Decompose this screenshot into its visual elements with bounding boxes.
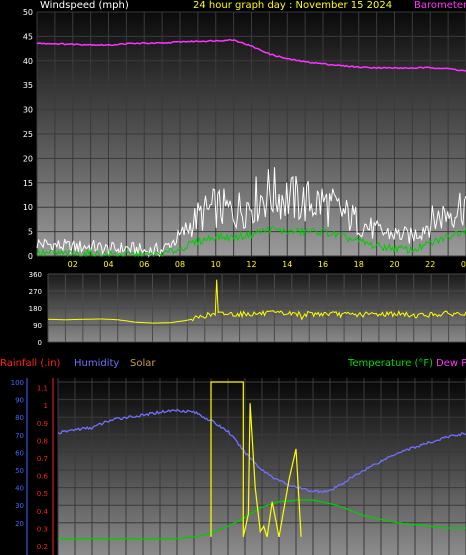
- rain-tick-label: 0.7: [37, 455, 48, 463]
- y-tick-label: 0: [38, 339, 42, 347]
- x-tick-label: 10: [211, 260, 221, 269]
- rain-tick-label: 1.1: [37, 385, 48, 393]
- graph-title: 24 hour graph day : November 15 2024: [193, 0, 393, 11]
- humidity-legend: Humidity: [74, 358, 120, 369]
- y-tick-label: 20: [23, 154, 33, 163]
- rain-tick-label: 0.3: [37, 525, 48, 533]
- x-tick-label: 02: [68, 260, 78, 269]
- rain-tick-label: 1: [44, 402, 48, 410]
- x-tick-label: 22: [425, 260, 435, 269]
- rain-tick-label: 0.4: [37, 508, 49, 516]
- rainfall-legend: Rainfall (.in): [0, 358, 61, 369]
- humidity-tick-label: 100: [11, 379, 24, 387]
- y-tick-label: 5: [28, 228, 33, 237]
- y-tick-label: 360: [29, 271, 42, 279]
- y-tick-label: 50: [23, 8, 33, 17]
- x-tick-label: 00: [461, 260, 466, 269]
- temperature-legend: Temperature (°F): [348, 358, 434, 369]
- y-tick-label: 40: [23, 57, 33, 66]
- humidity-tick-label: 50: [15, 467, 24, 475]
- windspeed-axis-title: Windspeed (mph): [40, 0, 129, 11]
- humidity-tick-label: 30: [15, 502, 24, 510]
- humidity-tick-label: 90: [15, 397, 24, 405]
- y-tick-label: 180: [29, 305, 42, 313]
- x-tick-label: 20: [389, 260, 399, 269]
- x-tick-label: 12: [246, 260, 256, 269]
- humidity-tick-label: 70: [15, 432, 24, 440]
- humidity-tick-label: 60: [15, 449, 24, 457]
- y-tick-label: 25: [23, 130, 33, 139]
- y-tick-label: 35: [23, 81, 33, 90]
- x-tick-label: 08: [175, 260, 185, 269]
- x-tick-label: 14: [282, 260, 292, 269]
- y-tick-label: 15: [23, 179, 33, 188]
- y-tick-label: 30: [23, 106, 33, 115]
- y-tick-label: 10: [23, 203, 33, 212]
- y-tick-label: 45: [23, 32, 33, 41]
- dewpoint-legend: Dew P: [436, 358, 466, 369]
- humidity-tick-label: 40: [15, 485, 24, 493]
- x-tick-label: 16: [318, 260, 328, 269]
- y-tick-label: 0: [28, 252, 33, 261]
- solar-legend: Solar: [130, 358, 156, 369]
- humidity-tick-label: 80: [15, 414, 24, 422]
- rain-tick-label: 0.9: [37, 420, 48, 428]
- weather-graph: 0510152025303540455002 04 06 08 10 12 14 16 18 20…: [11, 8, 466, 555]
- rain-tick-label: 0.5: [37, 490, 48, 498]
- y-tick-label: 90: [33, 322, 42, 330]
- x-tick-label: 04: [103, 260, 113, 269]
- rain-tick-label: 0.6: [37, 473, 49, 481]
- humidity-tick-label: 20: [15, 520, 24, 528]
- x-tick-label: 06: [139, 260, 149, 269]
- y-tick-label: 270: [29, 288, 42, 296]
- barometer-axis-title: Barometer: [414, 0, 466, 11]
- x-tick-label: 18: [354, 260, 364, 269]
- rain-tick-label: 0.8: [37, 437, 48, 445]
- rain-tick-label: 0.2: [37, 543, 48, 551]
